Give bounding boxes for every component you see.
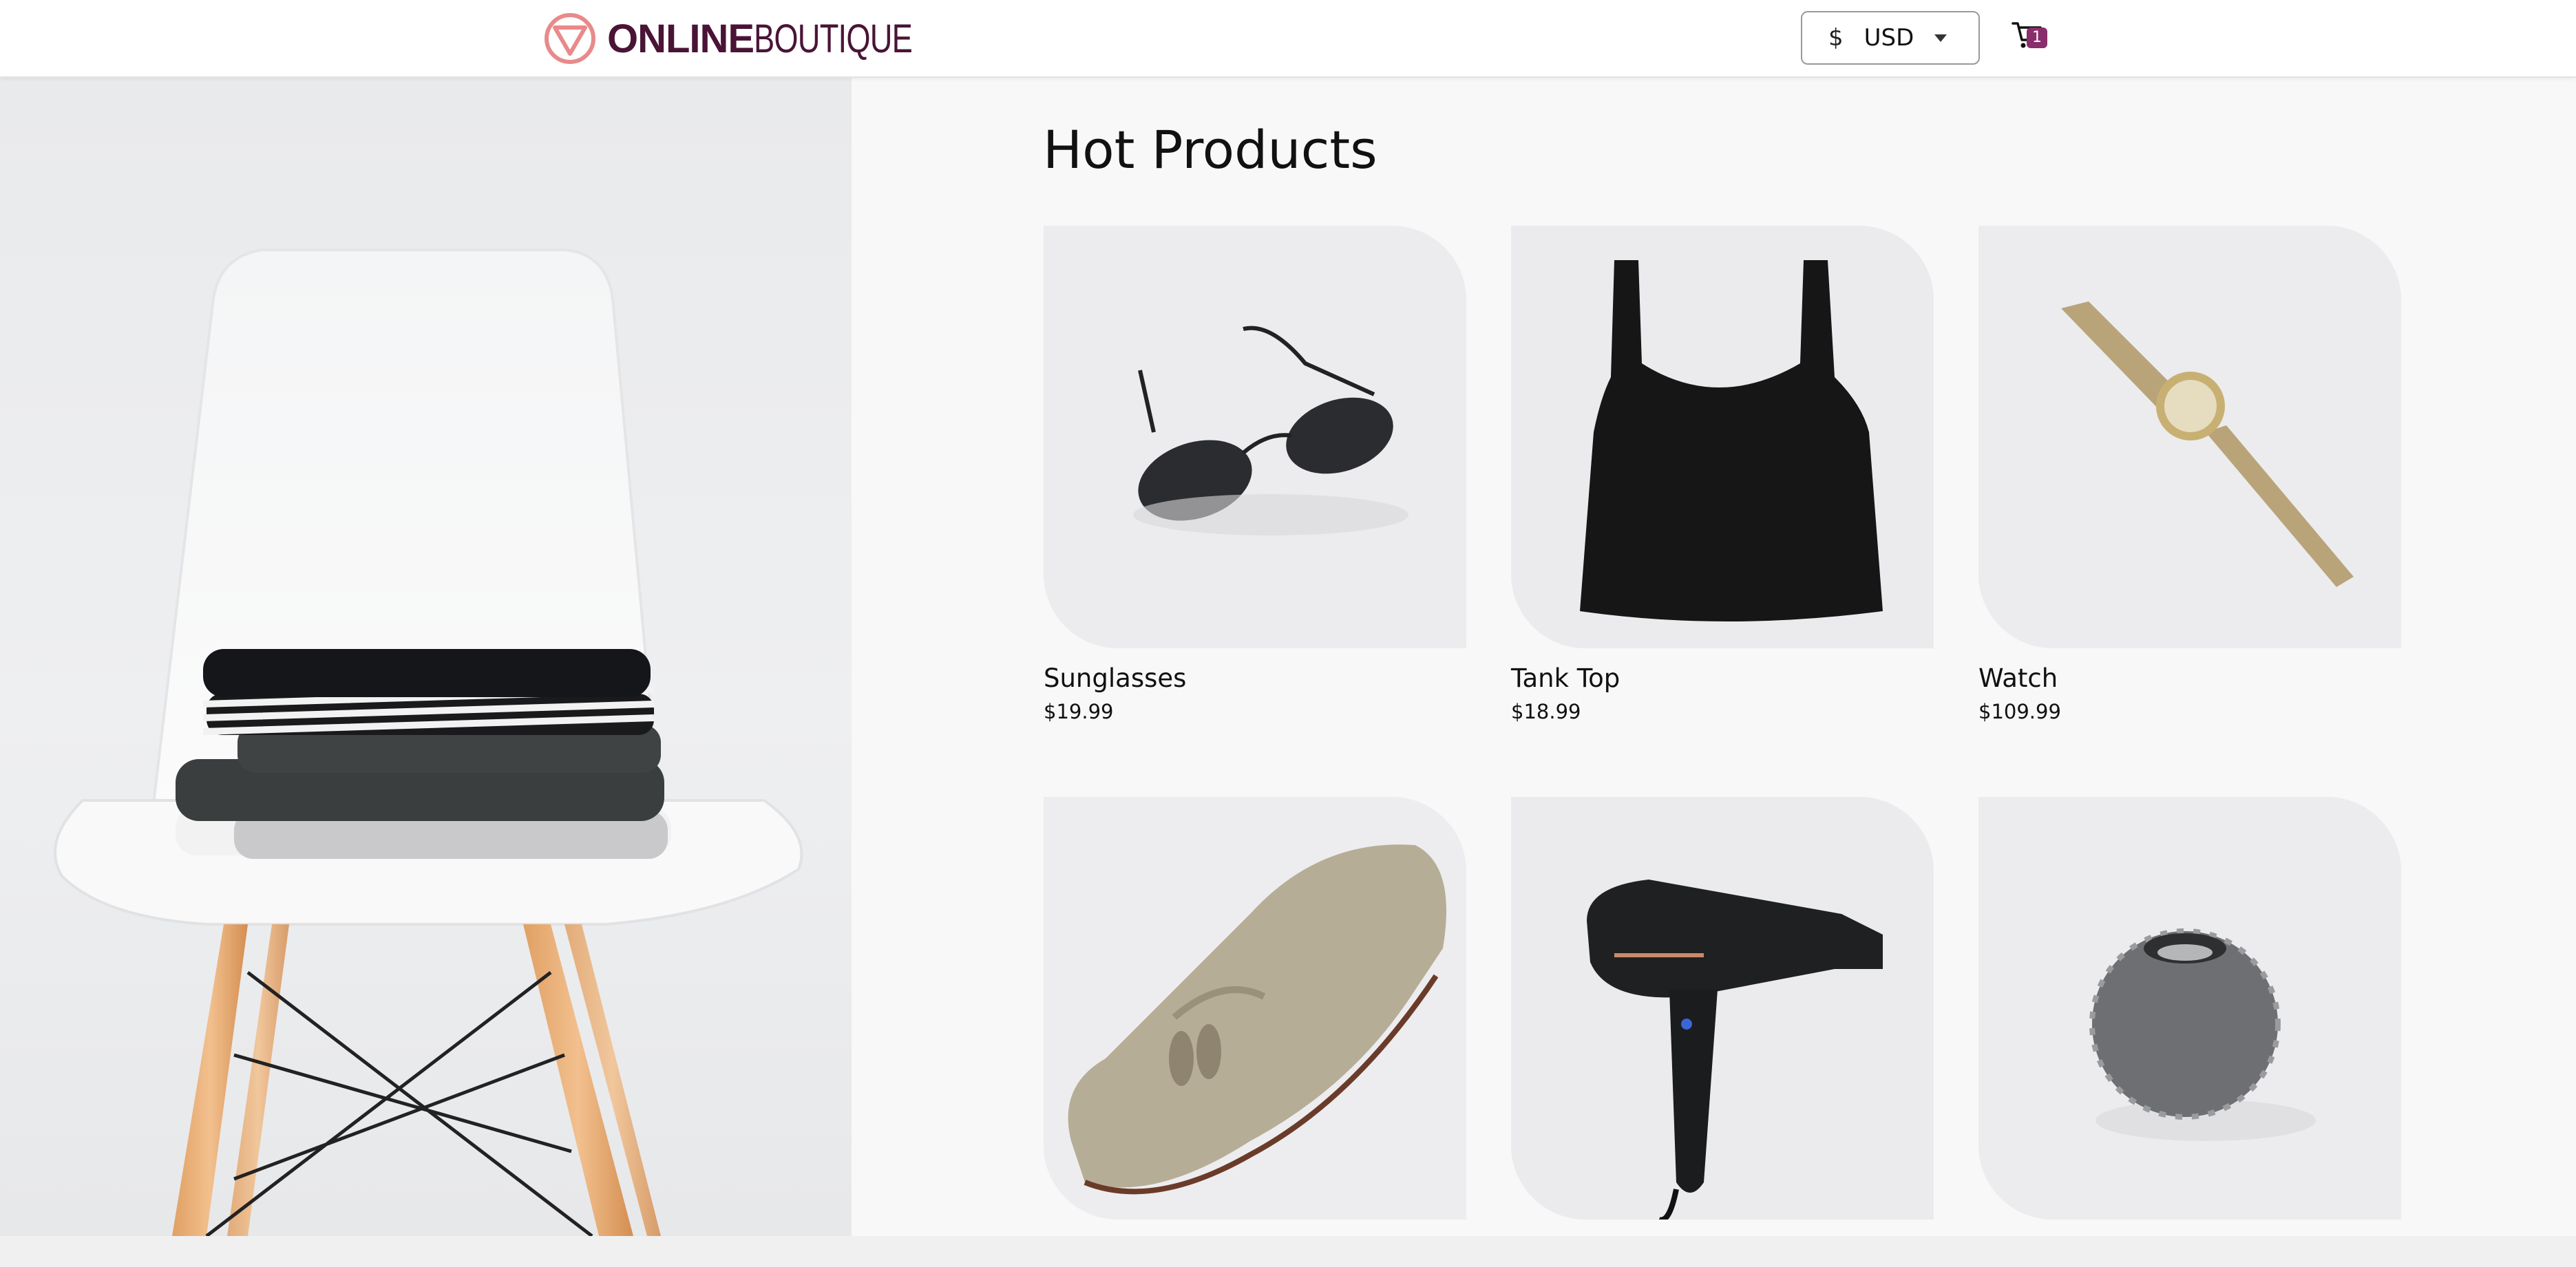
- product-name[interactable]: Watch: [1978, 663, 2403, 693]
- product-price: $19.99: [1044, 700, 1114, 723]
- section-title: Hot Products: [1043, 119, 1377, 180]
- hero-image: [0, 78, 852, 1236]
- currency-select[interactable]: $ USD: [1801, 11, 1980, 65]
- cart-count-badge: 1: [2027, 28, 2047, 48]
- product-name[interactable]: Sunglasses: [1044, 663, 1468, 693]
- products-section: Hot Products Sunglasses $19.99 Tank Top …: [852, 78, 2576, 1267]
- header: ONLINE BOUTIQUE $ USD 1: [0, 0, 2576, 78]
- product-image-candle-holder[interactable]: [1978, 797, 2401, 1220]
- watch-image: [1978, 226, 2401, 648]
- logo-text-bold: ONLINE: [607, 16, 754, 61]
- logo-text-light: BOUTIQUE: [754, 16, 913, 61]
- logo-text: ONLINE BOUTIQUE: [607, 16, 957, 62]
- loafers-image: [1044, 797, 1466, 1220]
- currency-symbol: $: [1828, 24, 1844, 52]
- product-price: $109.99: [1978, 700, 2061, 723]
- product-card[interactable]: Watch $109.99: [1978, 226, 2403, 723]
- chair-illustration: [54, 248, 803, 1236]
- product-card[interactable]: [1511, 797, 1935, 1220]
- tank-top-image: [1511, 226, 1934, 648]
- product-card[interactable]: [1978, 797, 2403, 1220]
- product-image-sunglasses[interactable]: [1044, 226, 1466, 648]
- sunglasses-image: [1044, 226, 1466, 648]
- hair-dryer-image: [1511, 797, 1934, 1220]
- product-card[interactable]: Sunglasses $19.99: [1044, 226, 1468, 723]
- product-name[interactable]: Tank Top: [1511, 663, 1935, 693]
- chevron-down-icon: [1934, 34, 1947, 42]
- currency-code: USD: [1864, 24, 1914, 52]
- product-image-tank-top[interactable]: [1511, 226, 1934, 648]
- candle-holder-image: [1978, 797, 2401, 1220]
- logo-link[interactable]: ONLINE BOUTIQUE: [544, 10, 957, 67]
- product-price: $18.99: [1511, 700, 1581, 723]
- product-card[interactable]: Tank Top $18.99: [1511, 226, 1935, 723]
- logo-icon: [545, 13, 595, 64]
- cart-button[interactable]: 1: [2012, 19, 2053, 55]
- page-footer-strip: [0, 1236, 2576, 1267]
- product-image-hair-dryer[interactable]: [1511, 797, 1934, 1220]
- product-image-watch[interactable]: [1978, 226, 2401, 648]
- product-card[interactable]: [1044, 797, 1468, 1220]
- product-image-loafers[interactable]: [1044, 797, 1466, 1220]
